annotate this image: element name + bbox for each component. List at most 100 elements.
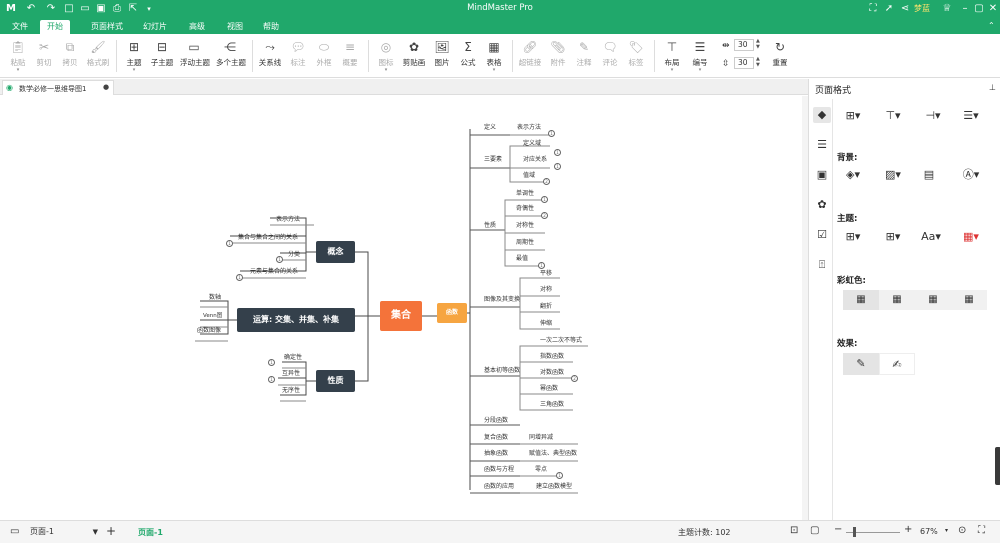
expand-circle-icon[interactable]: 1 [268,376,275,383]
expand-circle-icon[interactable]: 1 [236,274,243,281]
function-leaf[interactable]: 伸缩 [540,320,552,328]
open-icon[interactable]: ▭ [78,3,92,15]
function-leaf[interactable]: 对称性 [516,222,534,230]
paste-button[interactable]: 📋︎ 粘贴 ▾ [4,37,32,75]
function-sub[interactable]: 三要素 [484,156,502,164]
function-leaf[interactable]: 幂函数 [540,385,558,393]
maximize-icon[interactable]: ▢ [972,3,986,15]
note-button[interactable]: ✎ 注释 [570,37,598,75]
theme-color-icon[interactable]: ▦▾ [959,229,983,245]
function-leaf[interactable]: 值域 [523,172,535,180]
comment-button[interactable]: 🗨︎ 评论 [596,37,624,75]
copy-button[interactable]: ⧉ 拷贝 [56,37,84,75]
expand-circle-icon[interactable]: 2 [543,178,550,185]
new-icon[interactable]: □ [62,3,76,15]
bg-texture-icon[interactable]: ▤ [917,167,941,183]
user-name[interactable]: 梦蓝 [914,3,930,14]
theme-layout-icon[interactable]: ⊞▾ [881,229,905,245]
export-icon[interactable]: ⇱ [126,3,140,15]
function-leaf[interactable]: 指数函数 [540,353,564,361]
clipart-button[interactable]: ✿ 剪贴画 [400,37,428,75]
tag-button[interactable]: 🏷︎ 标签 [622,37,650,75]
concept-item[interactable]: 表示方法 [276,216,300,224]
function-sub[interactable]: 抽象函数 [484,450,508,458]
topic-button[interactable]: ⊞ 主题 ▾ [120,37,148,75]
concept-item[interactable]: 集合与集合之间的关系 [238,234,298,242]
function-sub[interactable]: 复合函数 [484,434,508,442]
relation-button[interactable]: ⤳ 关系线 [256,37,284,75]
bg-image-icon[interactable]: ▨▾ [881,167,905,183]
spacing-h-input[interactable]: 30 [734,39,754,51]
page-tab[interactable]: 页面-1 [138,527,163,538]
zoom-out-icon[interactable]: − [834,524,842,535]
expand-circle-icon[interactable]: 1 [541,196,548,203]
fill-color-icon[interactable]: ◈▾ [841,167,865,183]
formula-button[interactable]: Σ 公式 [454,37,482,75]
task-side-icon[interactable]: ☑ [813,227,831,243]
rainbow-option-2[interactable]: ▦ [879,290,915,310]
expand-circle-icon[interactable]: 1 [548,130,555,137]
menu-view[interactable]: 视图 [222,20,248,34]
function-leaf[interactable]: 最值 [516,255,528,263]
undo-icon[interactable]: ↶ [24,3,38,15]
pin-icon[interactable]: ⊥ [989,83,996,92]
theme-font-icon[interactable]: Aa▾ [919,229,943,245]
spacing-v-stepper-icon[interactable]: ▲ ▼ [756,56,760,68]
effect-handdrawn-icon[interactable]: ✍ [879,353,915,375]
function-sub[interactable]: 定义 [484,124,496,132]
concept-item[interactable]: 元素与集合的关系 [250,268,298,276]
format-painter-button[interactable]: 🖌︎ 格式刷 [84,37,112,75]
main-topic-property[interactable]: 性质 [316,370,355,392]
connector-style-icon[interactable]: ⊣▾ [921,108,945,124]
menu-advanced[interactable]: 高级 [184,20,210,34]
skin-icon[interactable]: ♕ [940,3,954,15]
doc-tab[interactable]: ◉ 数学必修一思维导图1 ● [2,80,114,95]
expand-circle-icon[interactable]: 1 [276,256,283,263]
share-icon[interactable]: ⋖ [898,3,912,15]
hyperlink-button[interactable]: 🔗︎ 超链接 [516,37,544,75]
operation-item[interactable]: 数轴 [209,294,221,302]
main-topic-function[interactable]: 函数 [437,303,467,323]
page-select[interactable]: 页面-1 ▼ [30,525,100,539]
concept-item[interactable]: 分类 [288,251,300,259]
menu-slides[interactable]: 幻灯片 [138,20,172,34]
expand-circle-icon[interactable]: 2 [541,212,548,219]
save-icon[interactable]: ▣ [94,3,108,15]
zoom-in-icon[interactable]: + [904,524,912,535]
watermark-icon[interactable]: Ⓐ▾ [959,167,983,183]
expand-circle-icon[interactable]: 1 [554,149,561,156]
fullscreen-icon[interactable]: ⛶ [866,3,880,15]
menu-file[interactable]: 文件 [6,20,34,34]
publish-icon[interactable]: ➚ [882,3,896,15]
operation-item[interactable]: Venn图 [203,312,222,320]
numbering-style-icon[interactable]: ☰▾ [959,108,983,124]
function-sub[interactable]: 基本初等函数 [484,367,520,375]
add-page-icon[interactable]: + [106,524,116,538]
function-sub[interactable]: 分段函数 [484,417,508,425]
callout-button[interactable]: 💬︎ 标注 [284,37,312,75]
close-icon[interactable]: ✕ [986,3,1000,15]
zoom-level[interactable]: 67% [920,527,938,536]
layout-grid-icon[interactable]: ⊞▾ [841,108,865,124]
image-side-icon[interactable]: ▣ [813,167,831,183]
function-leaf[interactable]: 零点 [535,466,547,474]
page-list-icon[interactable]: ▭ [10,526,19,537]
fit-page-icon[interactable]: ⊡ [790,525,798,536]
fit-width-icon[interactable]: ▢ [810,525,819,536]
redo-icon[interactable]: ↷ [44,3,58,15]
expand-circle-icon[interactable]: 1 [556,472,563,479]
zoom-slider-thumb[interactable] [853,527,856,537]
numbering-button[interactable]: ☰ 编号 ▾ [686,37,714,75]
effect-pen-icon[interactable]: ✎ [843,353,879,375]
clipart-side-icon[interactable]: ✿ [813,197,831,213]
rainbow-option-1[interactable]: ▦ [843,290,879,310]
reset-button[interactable]: ↻ 重置 [766,37,794,75]
unsaved-dot-icon[interactable]: ● [103,83,109,91]
icon-button[interactable]: ◎ 图标 ▾ [372,37,400,75]
function-leaf[interactable]: 表示方法 [517,124,541,132]
spacing-h-stepper-icon[interactable]: ▲ ▼ [756,38,760,50]
panel-collapse-handle[interactable] [995,447,1000,485]
layout-button[interactable]: ⊤ 布局 ▾ [658,37,686,75]
export-side-icon[interactable]: ⍐ [813,257,831,273]
function-leaf[interactable]: 平移 [540,270,552,278]
